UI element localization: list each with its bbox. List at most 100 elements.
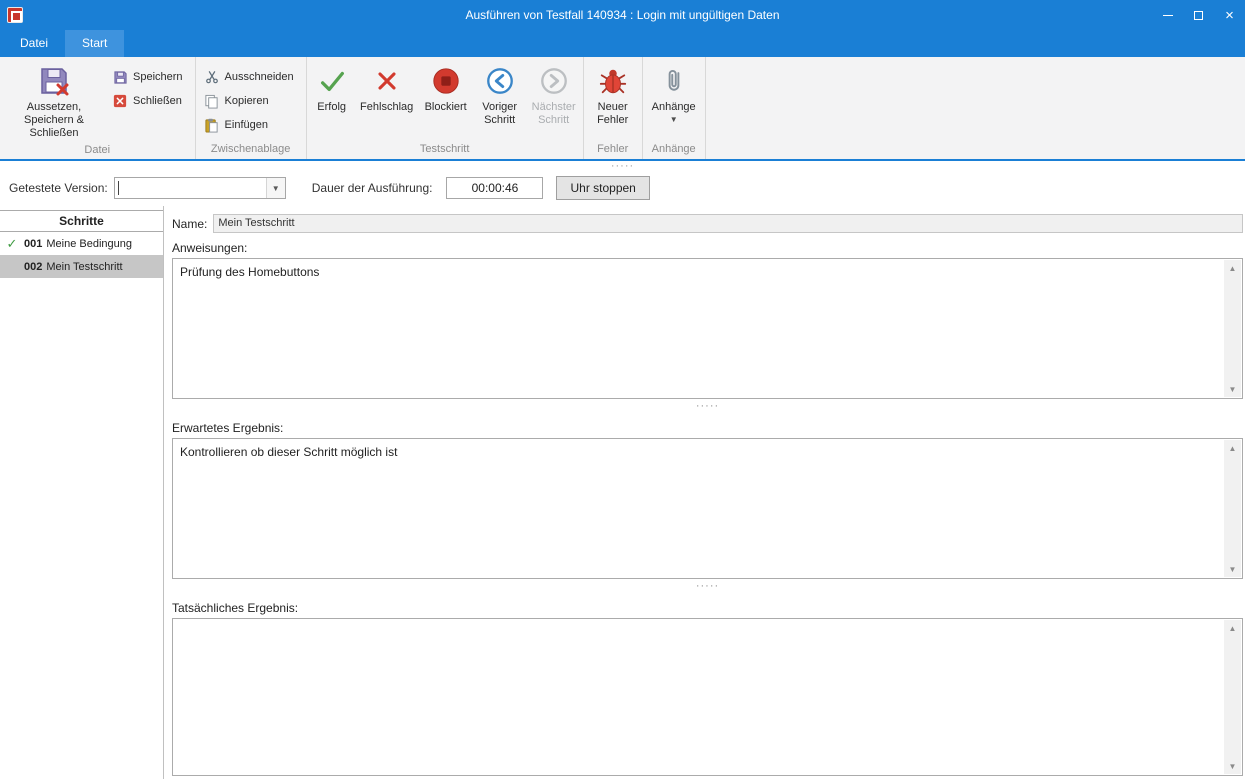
content-area: Schritte ✓ 001 Meine Bedingung 002 Mein … xyxy=(0,206,1245,779)
scroll-up-arrow[interactable]: ▲ xyxy=(1224,440,1241,456)
ribbon-group-fehler: Neuer Fehler Fehler xyxy=(584,57,643,159)
scissors-icon xyxy=(204,69,220,85)
close-red-icon xyxy=(112,93,128,109)
stop-clock-button[interactable]: Uhr stoppen xyxy=(556,176,649,200)
step-item-001[interactable]: ✓ 001 Meine Bedingung xyxy=(0,232,163,255)
cut-button[interactable]: Ausschneiden xyxy=(202,67,300,87)
close-button[interactable]: × xyxy=(1214,0,1245,30)
app-window: Ausführen von Testfall 140934 : Login mi… xyxy=(0,0,1245,779)
maximize-icon xyxy=(1194,11,1203,20)
close-testrun-button[interactable]: Schließen xyxy=(110,91,189,111)
expected-result-label: Erwartetes Ergebnis: xyxy=(172,421,1243,435)
attachments-dropdown-icon[interactable]: ▼ xyxy=(670,116,678,124)
duration-field[interactable]: 00:00:46 xyxy=(446,177,543,199)
actual-scrollbar[interactable]: ▲ ▼ xyxy=(1224,620,1241,774)
save-close-icon xyxy=(37,64,71,98)
combobox-dropdown-icon[interactable]: ▼ xyxy=(266,178,285,198)
attachments-label: Anhänge xyxy=(652,101,696,114)
instructions-textarea[interactable]: Prüfung des Homebuttons ▲ ▼ xyxy=(172,258,1243,399)
steps-sidebar: Schritte ✓ 001 Meine Bedingung 002 Mein … xyxy=(0,206,164,779)
instructions-text: Prüfung des Homebuttons xyxy=(173,259,1242,285)
group-label-datei: Datei xyxy=(0,142,195,159)
close-label: Schließen xyxy=(133,95,182,107)
previous-step-label: Voriger Schritt xyxy=(476,101,524,127)
paste-icon xyxy=(204,117,220,133)
next-step-button[interactable]: Nächster Schritt xyxy=(527,58,581,141)
suspend-save-close-button[interactable]: Aussetzen, Speichern & Schließen xyxy=(2,58,106,142)
success-check-icon xyxy=(315,64,349,98)
step-item-002[interactable]: 002 Mein Testschritt xyxy=(0,255,163,278)
save-icon xyxy=(112,69,128,85)
splitter-handle[interactable]: ····· xyxy=(172,579,1243,593)
instructions-label: Anweisungen: xyxy=(172,241,1243,255)
bug-icon xyxy=(596,64,630,98)
name-label: Name: xyxy=(172,217,207,231)
version-bar: Getestete Version: ▼ Dauer der Ausführun… xyxy=(0,170,1245,206)
tested-version-label: Getestete Version: xyxy=(9,181,108,195)
maximize-button[interactable] xyxy=(1183,0,1214,30)
fail-button[interactable]: Fehlschlag xyxy=(355,58,419,141)
step-number: 002 xyxy=(24,261,42,273)
scroll-up-arrow[interactable]: ▲ xyxy=(1224,620,1241,636)
app-icon xyxy=(7,7,23,23)
actual-result-textarea[interactable]: ▲ ▼ xyxy=(172,618,1243,776)
suspend-save-close-label: Aussetzen, Speichern & Schließen xyxy=(5,101,103,140)
instructions-scrollbar[interactable]: ▲ ▼ xyxy=(1224,260,1241,397)
group-label-zwischenablage: Zwischenablage xyxy=(196,141,306,159)
window-title: Ausführen von Testfall 140934 : Login mi… xyxy=(0,8,1245,22)
next-step-icon xyxy=(537,64,571,98)
splitter-handle[interactable]: ····· xyxy=(172,399,1243,413)
next-step-label: Nächster Schritt xyxy=(530,101,578,127)
step-number: 001 xyxy=(24,238,42,250)
save-label: Speichern xyxy=(133,71,183,83)
group-label-testschritt: Testschritt xyxy=(307,141,583,159)
text-cursor xyxy=(118,181,119,195)
previous-step-icon xyxy=(483,64,517,98)
blocked-stop-icon xyxy=(429,64,463,98)
titlebar: Ausführen von Testfall 140934 : Login mi… xyxy=(0,0,1245,30)
fail-x-icon xyxy=(370,64,404,98)
tested-version-combobox[interactable]: ▼ xyxy=(114,177,286,199)
new-error-label: Neuer Fehler xyxy=(589,101,637,127)
tab-start[interactable]: Start xyxy=(65,30,124,57)
tab-datei[interactable]: Datei xyxy=(3,30,65,57)
success-button[interactable]: Erfolg xyxy=(309,58,355,141)
expected-result-textarea[interactable]: Kontrollieren ob dieser Schritt möglich … xyxy=(172,438,1243,579)
attachments-button[interactable]: Anhänge ▼ xyxy=(645,58,703,141)
ribbon-group-zwischenablage: Ausschneiden Kopieren Einfügen xyxy=(196,57,307,159)
minimize-icon xyxy=(1163,15,1173,16)
scroll-down-arrow[interactable]: ▼ xyxy=(1224,758,1241,774)
ribbon: Aussetzen, Speichern & Schließen Speiche… xyxy=(0,57,1245,159)
save-button[interactable]: Speichern xyxy=(110,67,189,87)
duration-label: Dauer der Ausführung: xyxy=(312,181,433,195)
actual-result-text xyxy=(173,619,1242,630)
blocked-button[interactable]: Blockiert xyxy=(419,58,473,141)
name-field[interactable]: Mein Testschritt xyxy=(213,214,1243,233)
ribbon-group-testschritt: Erfolg Fehlschlag Blockiert xyxy=(307,57,584,159)
step-label: Mein Testschritt xyxy=(46,261,122,273)
expected-result-text: Kontrollieren ob dieser Schritt möglich … xyxy=(173,439,1242,465)
previous-step-button[interactable]: Voriger Schritt xyxy=(473,58,527,141)
ribbon-tabrow: Datei Start xyxy=(0,30,1245,57)
minimize-button[interactable] xyxy=(1152,0,1183,30)
cut-label: Ausschneiden xyxy=(225,71,294,83)
ribbon-group-anhaenge: Anhänge ▼ Anhänge xyxy=(643,57,706,159)
step-passed-check-icon: ✓ xyxy=(0,236,24,252)
expected-scrollbar[interactable]: ▲ ▼ xyxy=(1224,440,1241,577)
copy-button[interactable]: Kopieren xyxy=(202,91,300,111)
copy-label: Kopieren xyxy=(225,95,269,107)
steps-header: Schritte xyxy=(0,210,163,232)
scroll-up-arrow[interactable]: ▲ xyxy=(1224,260,1241,276)
scroll-down-arrow[interactable]: ▼ xyxy=(1224,561,1241,577)
ribbon-collapse-handle[interactable]: ····· xyxy=(0,161,1245,170)
group-label-anhaenge: Anhänge xyxy=(643,141,705,159)
copy-icon xyxy=(204,93,220,109)
step-detail-panel: Name: Mein Testschritt Anweisungen: Prüf… xyxy=(164,206,1245,779)
step-label: Meine Bedingung xyxy=(46,238,132,250)
new-error-button[interactable]: Neuer Fehler xyxy=(586,58,640,141)
scroll-down-arrow[interactable]: ▼ xyxy=(1224,381,1241,397)
blocked-label: Blockiert xyxy=(425,101,467,114)
paste-button[interactable]: Einfügen xyxy=(202,115,300,135)
actual-result-label: Tatsächliches Ergebnis: xyxy=(172,601,1243,615)
window-controls: × xyxy=(1152,0,1245,30)
